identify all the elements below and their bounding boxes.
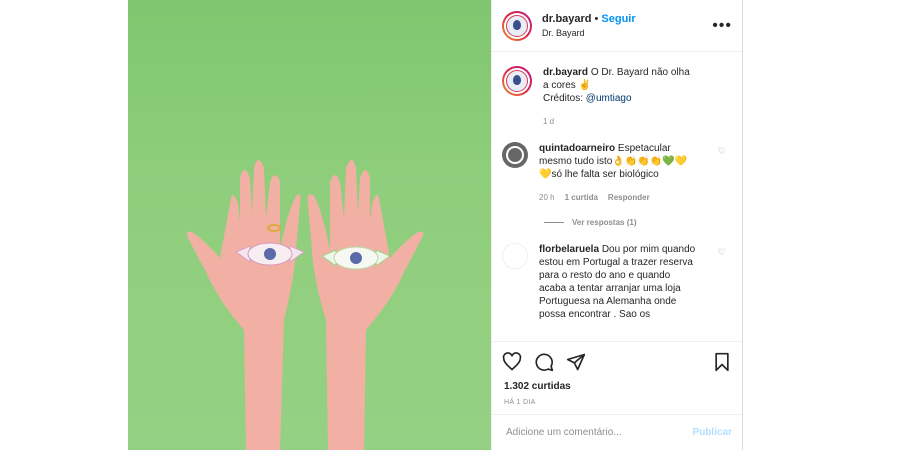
- post-photo[interactable]: [128, 0, 491, 450]
- comment-likes[interactable]: 1 curtida: [565, 191, 598, 204]
- more-options-icon[interactable]: •••: [712, 17, 732, 35]
- action-bar: [492, 341, 742, 381]
- comment-icon[interactable]: [534, 352, 554, 372]
- post-side-panel: dr.bayard • Seguir Dr. Bayard ••• dr.bayar…: [491, 0, 743, 450]
- view-replies-label: Ver respostas (1): [572, 218, 637, 227]
- add-comment-bar: Publicar: [492, 414, 742, 450]
- caption-username[interactable]: dr.bayard: [543, 67, 588, 78]
- post-header: dr.bayard • Seguir Dr. Bayard •••: [492, 0, 742, 52]
- follow-button[interactable]: Seguir: [601, 13, 635, 25]
- caption-time: 1 d: [543, 117, 555, 126]
- comment-time: 20 h: [539, 193, 555, 202]
- paper-plane-icon[interactable]: [566, 352, 586, 372]
- header-username[interactable]: dr.bayard: [542, 13, 592, 25]
- hands-with-candies-image: [186, 160, 424, 450]
- comment-text: Dou por mim quando estou em Portugal a t…: [539, 244, 696, 320]
- replies-line: [544, 222, 564, 223]
- comment-like-heart-icon[interactable]: ♡: [718, 247, 726, 258]
- commenter-avatar[interactable]: [502, 142, 528, 168]
- caption-avatar[interactable]: [502, 66, 532, 96]
- caption: dr.bayard O Dr. Bayard não olha a cores …: [502, 66, 732, 128]
- comment-input[interactable]: [504, 426, 693, 439]
- likes-count[interactable]: 1.302 curtidas: [492, 381, 742, 395]
- reply-button[interactable]: Responder: [608, 191, 650, 204]
- credits-label: Créditos:: [543, 93, 584, 104]
- credits-link[interactable]: @umtiago: [586, 93, 632, 104]
- comment-item: quintadoarneiro Espetacular mesmo tudo i…: [502, 142, 732, 204]
- bookmark-icon[interactable]: [712, 352, 732, 372]
- post-date: HÁ 1 DIA: [504, 399, 536, 406]
- avatar[interactable]: [502, 10, 532, 41]
- right-hand: [307, 160, 424, 450]
- commenter-avatar[interactable]: [502, 243, 528, 269]
- left-hand: [186, 160, 301, 450]
- comment-item: florbelaruela Dou por mim quando estou e…: [502, 243, 732, 321]
- header-dot: •: [594, 13, 599, 25]
- quinta-logo-icon: [506, 146, 524, 164]
- comments-section: dr.bayard O Dr. Bayard não olha a cores …: [492, 52, 742, 341]
- post-container: dr.bayard • Seguir Dr. Bayard ••• dr.bayar…: [128, 0, 743, 450]
- heart-icon[interactable]: [502, 351, 522, 372]
- header-subtitle: Dr. Bayard: [542, 28, 585, 38]
- comment-like-heart-icon[interactable]: ♡: [718, 146, 726, 157]
- publish-button[interactable]: Publicar: [693, 427, 732, 438]
- comment-username[interactable]: quintadoarneiro: [539, 143, 615, 154]
- view-replies-button[interactable]: Ver respostas (1): [544, 218, 732, 227]
- comment-username[interactable]: florbelaruela: [539, 244, 599, 255]
